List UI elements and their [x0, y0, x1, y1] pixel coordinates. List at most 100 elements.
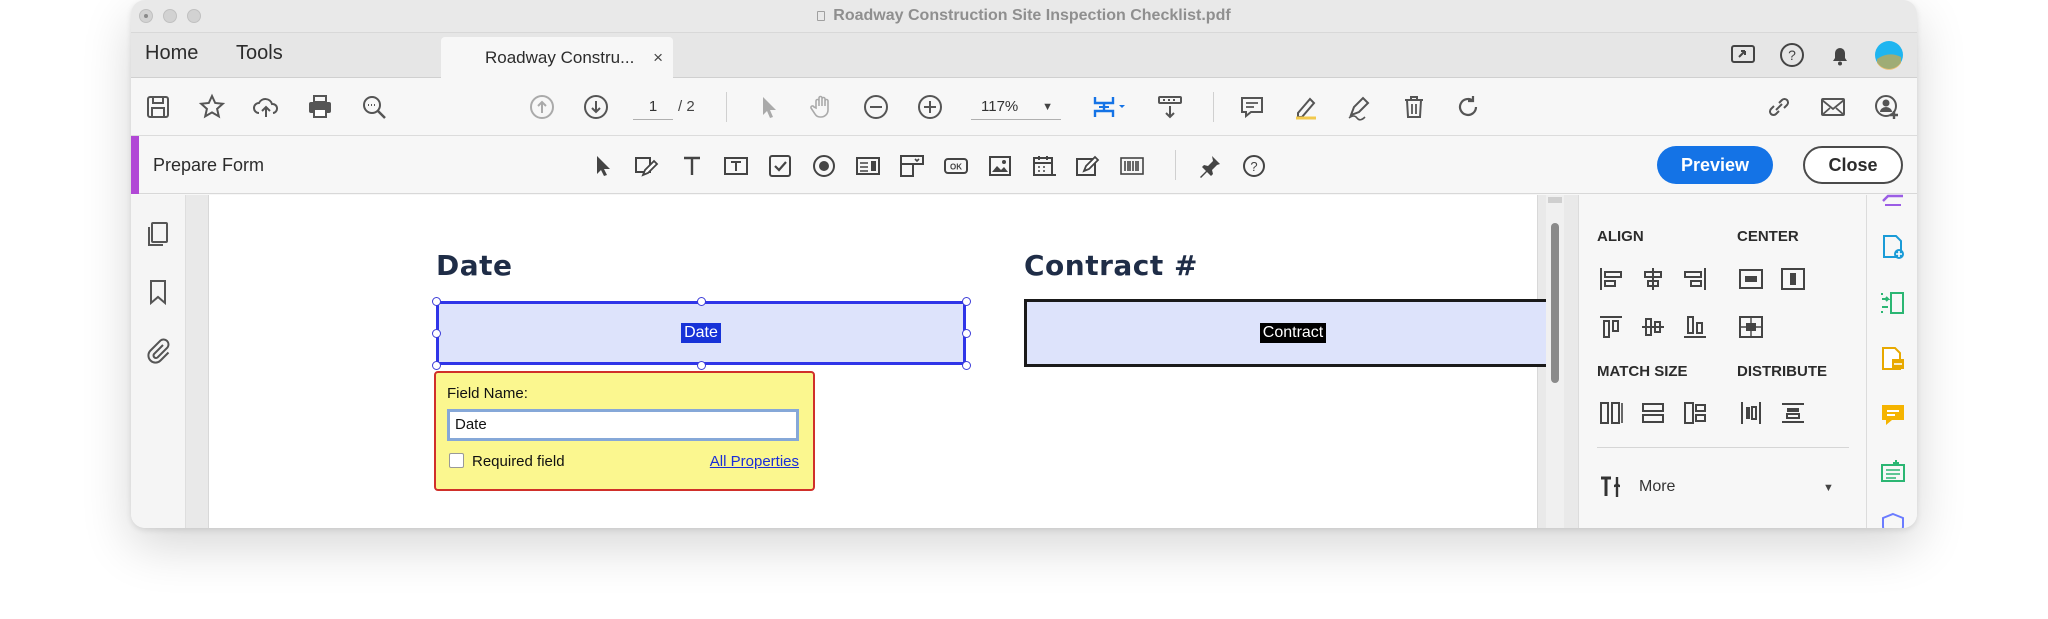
required-field-checkbox[interactable] [449, 453, 464, 468]
export-pdf-icon[interactable] [1879, 187, 1907, 215]
zoom-window-button[interactable] [187, 9, 201, 23]
close-window-button[interactable] [139, 9, 153, 23]
fill-sign-icon[interactable] [1879, 457, 1907, 485]
digital-signature-icon[interactable] [1073, 151, 1103, 181]
resize-handle-bottom[interactable] [697, 361, 706, 370]
protect-icon[interactable] [1879, 511, 1907, 528]
select-object-icon[interactable] [587, 151, 617, 181]
hand-tool-icon[interactable] [807, 92, 837, 122]
dropdown-field-icon[interactable] [897, 151, 927, 181]
close-tab-icon[interactable]: × [653, 48, 663, 68]
create-pdf-icon[interactable] [1879, 233, 1907, 261]
center-vertically-icon[interactable] [1779, 265, 1807, 293]
more-chevron-down-icon[interactable]: ▼ [1823, 482, 1834, 494]
tools-more-icon[interactable] [1597, 473, 1625, 501]
close-button[interactable]: Close [1803, 146, 1903, 184]
date-field-icon[interactable] [1029, 151, 1059, 181]
text-field-icon[interactable] [721, 151, 751, 181]
select-cursor-icon[interactable] [753, 92, 783, 122]
tab-tools[interactable]: Tools [236, 42, 283, 65]
resize-handle-top-right[interactable] [962, 297, 971, 306]
sign-pen-icon[interactable] [1345, 92, 1375, 122]
all-properties-link[interactable]: All Properties [710, 453, 799, 470]
comment-icon[interactable] [1237, 92, 1267, 122]
center-both-icon[interactable] [1737, 313, 1765, 341]
cloud-upload-icon[interactable] [251, 92, 281, 122]
vertical-scrollbar[interactable] [1546, 195, 1564, 528]
match-both-icon[interactable] [1681, 399, 1709, 427]
email-icon[interactable] [1818, 92, 1848, 122]
align-vertical-center-icon[interactable] [1639, 313, 1667, 341]
checkbox-tool-icon[interactable] [765, 151, 795, 181]
text-tool-icon[interactable] [677, 151, 707, 181]
preview-button[interactable]: Preview [1657, 146, 1773, 184]
edit-form-icon[interactable] [631, 151, 661, 181]
notification-bell-icon[interactable] [1825, 40, 1855, 70]
organize-pages-icon[interactable] [1879, 289, 1907, 317]
search-zoom-icon[interactable] [359, 92, 389, 122]
trash-icon[interactable] [1399, 92, 1429, 122]
match-width-icon[interactable] [1639, 399, 1667, 427]
attachment-paperclip-icon[interactable] [143, 335, 173, 365]
tab-bar: Home Tools Roadway Constru... × ? [131, 33, 1917, 78]
star-bookmark-icon[interactable] [197, 92, 227, 122]
barcode-icon[interactable] [1117, 151, 1147, 181]
list-box-icon[interactable] [853, 151, 883, 181]
toolbar-divider [1213, 92, 1214, 122]
highlight-pen-icon[interactable] [1291, 92, 1321, 122]
tab-document[interactable]: Roadway Constru... × [441, 37, 673, 78]
resize-handle-top[interactable] [697, 297, 706, 306]
edit-pdf-icon[interactable] [1879, 345, 1907, 373]
rotate-icon[interactable] [1453, 92, 1483, 122]
zoom-level-select[interactable]: 117% ▼ [971, 94, 1061, 120]
distribute-vertically-icon[interactable] [1779, 399, 1807, 427]
page-number-input[interactable]: 1 [633, 94, 673, 120]
scrollbar-thumb[interactable] [1551, 223, 1559, 383]
bookmark-icon[interactable] [143, 277, 173, 307]
form-help-icon[interactable]: ? [1239, 151, 1269, 181]
resize-handle-bottom-right[interactable] [962, 361, 971, 370]
align-left-icon[interactable] [1597, 265, 1625, 293]
print-icon[interactable] [305, 92, 335, 122]
prepare-form-title: Prepare Form [153, 155, 265, 175]
resize-handle-bottom-left[interactable] [432, 361, 441, 370]
scroll-up-arrow[interactable] [1548, 197, 1562, 203]
tab-home[interactable]: Home [145, 42, 198, 65]
date-form-field[interactable]: Date [436, 301, 966, 365]
image-field-icon[interactable] [985, 151, 1015, 181]
save-icon[interactable] [143, 92, 173, 122]
match-height-icon[interactable] [1597, 399, 1625, 427]
contract-form-field[interactable]: Contract [1024, 299, 1562, 367]
share-screen-icon[interactable] [1729, 40, 1759, 70]
pin-icon[interactable] [1195, 151, 1225, 181]
comment-tool-icon[interactable] [1879, 401, 1907, 429]
zoom-in-icon[interactable] [915, 92, 945, 122]
resize-handle-top-left[interactable] [432, 297, 441, 306]
zoom-out-icon[interactable] [861, 92, 891, 122]
center-horizontally-icon[interactable] [1737, 265, 1765, 293]
page-thumbnails-icon[interactable] [143, 219, 173, 249]
next-page-icon[interactable] [581, 92, 611, 122]
help-icon[interactable]: ? [1777, 40, 1807, 70]
align-top-icon[interactable] [1597, 313, 1625, 341]
minimize-window-button[interactable] [163, 9, 177, 23]
button-tool-icon[interactable]: OK [941, 151, 971, 181]
pdf-page: Date Contract # Date Contract Field Name… [208, 195, 1562, 528]
page-fit-icon[interactable] [1087, 92, 1131, 122]
more-label[interactable]: More [1639, 478, 1675, 496]
align-bottom-icon[interactable] [1681, 313, 1709, 341]
user-avatar-icon[interactable] [1873, 39, 1905, 71]
align-horizontal-center-icon[interactable] [1639, 265, 1667, 293]
field-name-input[interactable]: Date [447, 409, 799, 441]
main-toolbar: 1 / 2 117% ▼ [131, 78, 1917, 136]
resize-handle-left[interactable] [432, 329, 441, 338]
resize-handle-right[interactable] [962, 329, 971, 338]
distribute-horizontally-icon[interactable] [1737, 399, 1765, 427]
add-user-icon[interactable] [1872, 92, 1902, 122]
link-share-icon[interactable] [1764, 92, 1794, 122]
contract-heading: Contract # [1024, 249, 1198, 282]
scroll-mode-icon[interactable] [1155, 92, 1185, 122]
radio-button-icon[interactable] [809, 151, 839, 181]
align-right-icon[interactable] [1681, 265, 1709, 293]
previous-page-icon[interactable] [527, 92, 557, 122]
